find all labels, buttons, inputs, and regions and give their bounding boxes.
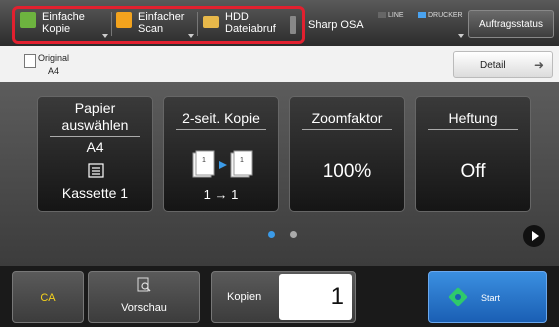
staple-card[interactable]: Heftung Off bbox=[415, 96, 531, 212]
job-status-button[interactable]: Auftragsstatus bbox=[468, 10, 554, 38]
preview-label: Vorschau bbox=[121, 302, 167, 314]
line-status-icon bbox=[378, 12, 386, 19]
preview-button[interactable]: Vorschau bbox=[88, 271, 200, 323]
title-underline bbox=[302, 129, 392, 130]
detail-label: Detail bbox=[480, 60, 506, 71]
line-status: LINE bbox=[378, 12, 404, 19]
line-status-label: LINE bbox=[388, 12, 404, 19]
title-underline bbox=[50, 136, 140, 137]
sharp-osa-icon bbox=[290, 16, 296, 34]
zoom-card[interactable]: Zoomfaktor 100% bbox=[289, 96, 405, 212]
printer-status-icon bbox=[418, 12, 426, 19]
title-underline bbox=[428, 129, 518, 130]
paper-tray-value: Kassette 1 bbox=[61, 185, 129, 201]
printer-status-label: DRUCKER bbox=[428, 12, 463, 19]
paper-select-card[interactable]: Papier auswählen A4 Kassette 1 bbox=[37, 96, 153, 212]
start-button[interactable]: Start bbox=[428, 271, 547, 323]
paper-select-title-line2: auswählen bbox=[61, 117, 129, 133]
duplex-copy-title: 2-seit. Kopie bbox=[182, 110, 260, 126]
original-document-icon bbox=[24, 54, 36, 68]
chevron-down-icon bbox=[458, 34, 464, 38]
next-page-button[interactable] bbox=[523, 225, 545, 247]
staple-title: Heftung bbox=[448, 110, 498, 126]
staple-value: Off bbox=[460, 161, 486, 182]
arrow-right-icon: ➜ bbox=[533, 58, 544, 72]
preview-icon bbox=[137, 277, 151, 293]
clear-all-button[interactable]: CA bbox=[12, 271, 84, 323]
duplex-copy-value: 1 → 1 bbox=[203, 187, 239, 202]
title-underline bbox=[176, 129, 266, 130]
copies-input[interactable]: 1 bbox=[279, 274, 352, 320]
paper-select-title-line1: Papier bbox=[74, 100, 116, 116]
tab-sharp-osa[interactable]: Sharp OSA bbox=[308, 19, 364, 31]
highlight-frame bbox=[12, 6, 305, 44]
zoom-value: 100% bbox=[322, 161, 372, 182]
duplex-copy-icon: 1 1 bbox=[191, 150, 255, 180]
copies-label: Kopien bbox=[227, 291, 262, 303]
paper-size-value: A4 bbox=[86, 139, 104, 155]
original-label: Original bbox=[38, 53, 70, 63]
svg-text:1: 1 bbox=[240, 157, 244, 164]
start-label: Start bbox=[481, 293, 501, 303]
start-icon bbox=[448, 287, 468, 307]
duplex-copy-card[interactable]: 2-seit. Kopie 1 1 1 → 1 bbox=[163, 96, 279, 212]
zoom-title: Zoomfaktor bbox=[311, 110, 383, 126]
page-dot[interactable] bbox=[290, 231, 297, 238]
printer-status: DRUCKER bbox=[418, 12, 463, 19]
svg-text:1: 1 bbox=[202, 157, 206, 164]
detail-button[interactable]: Detail ➜ bbox=[453, 51, 553, 78]
page-dot-active[interactable] bbox=[268, 231, 275, 238]
original-value: A4 bbox=[48, 66, 60, 76]
paper-tray-icon bbox=[88, 163, 104, 178]
